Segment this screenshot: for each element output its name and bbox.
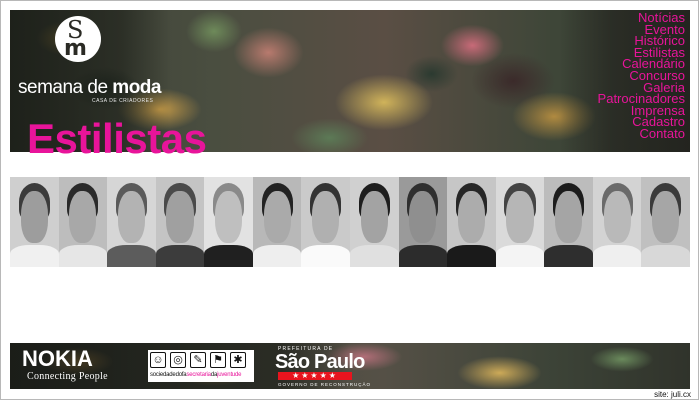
designer-face [117,191,145,243]
designer-face [214,191,243,243]
governo-label: GOVERNO DE RECONSTRUÇÃO [278,382,372,387]
designer-shirt [350,245,399,267]
brush-icon: ✎ [190,352,206,368]
brand-name[interactable]: semana de moda [18,78,161,97]
brand-name-light: semana de [18,77,113,98]
secretaria-text: sociedadedofasecretariadajuventude [150,372,242,379]
designer-photo[interactable] [58,177,109,267]
designer-shirt [58,245,108,267]
designer-face [506,191,534,243]
designer-shirt [204,245,253,267]
designer-face [20,191,48,243]
sao-paulo-logo[interactable]: São Paulo [275,352,365,372]
secretaria-icons: ☺ ◎ ✎ ⚑ ✱ [150,352,252,370]
target-icon: ◎ [170,352,186,368]
secretaria-text-e: juventude [217,372,242,378]
designer-photo[interactable] [350,177,400,267]
designer-photo[interactable] [107,177,157,267]
designer-face [457,191,485,243]
designer-shirt [641,245,690,267]
designer-photo[interactable] [10,177,60,267]
nokia-tagline: Connecting People [27,371,108,382]
nokia-logo[interactable]: NOKIA [22,348,93,370]
secretaria-text-a: sociedade [150,372,176,378]
designer-face [603,191,631,243]
designer-photo[interactable] [447,177,497,267]
designer-photo[interactable] [592,177,643,267]
brand-subtitle: CASA DE CRIADORES [92,98,154,104]
designer-shirt [592,245,642,267]
designer-face [652,191,680,243]
sao-paulo-stars: ★★★★★ [278,372,352,380]
designer-shirt [10,245,59,267]
designer-photo[interactable] [155,177,206,267]
designer-shirt [252,245,302,267]
designer-photo[interactable] [641,177,690,267]
designer-photo[interactable] [495,177,546,267]
designer-shirt [301,245,350,267]
page-title: Estilistas [27,115,207,162]
designer-face [263,191,291,243]
designer-face [69,191,97,243]
designer-shirt [107,245,156,267]
brand-name-bold: moda [112,77,161,98]
flag-icon: ⚑ [210,352,226,368]
designer-shirt [155,245,205,267]
designer-shirt [544,245,593,267]
designers-photo-strip [10,177,690,267]
secretaria-juventude-logo[interactable]: ☺ ◎ ✎ ⚑ ✱ sociedadedofasecretariadajuven… [148,350,254,382]
designer-shirt [495,245,545,267]
secretaria-text-c: secretaria [186,372,211,378]
logo-mark-icon[interactable]: S m [55,16,101,62]
figure-icon: ✱ [230,352,246,368]
site-credit[interactable]: site: juli.cx [654,390,691,399]
designer-photo[interactable] [204,177,254,267]
main-nav: Notícias Evento Histórico Estilistas Cal… [598,11,685,140]
nav-item-contato[interactable]: Contato [598,127,685,140]
designer-face [360,191,388,243]
designer-face [166,191,194,243]
smiley-icon: ☺ [150,352,166,368]
logo-letter-m: m [64,36,87,61]
secretaria-text-b: dofa [175,372,187,378]
designer-photo[interactable] [252,177,303,267]
designer-photo[interactable] [301,177,351,267]
designer-photo[interactable] [544,177,594,267]
designer-shirt [447,245,496,267]
designer-face [312,191,340,243]
designer-photo[interactable] [398,177,449,267]
designer-shirt [398,245,448,267]
designer-face [409,191,437,243]
designer-face [554,191,583,243]
